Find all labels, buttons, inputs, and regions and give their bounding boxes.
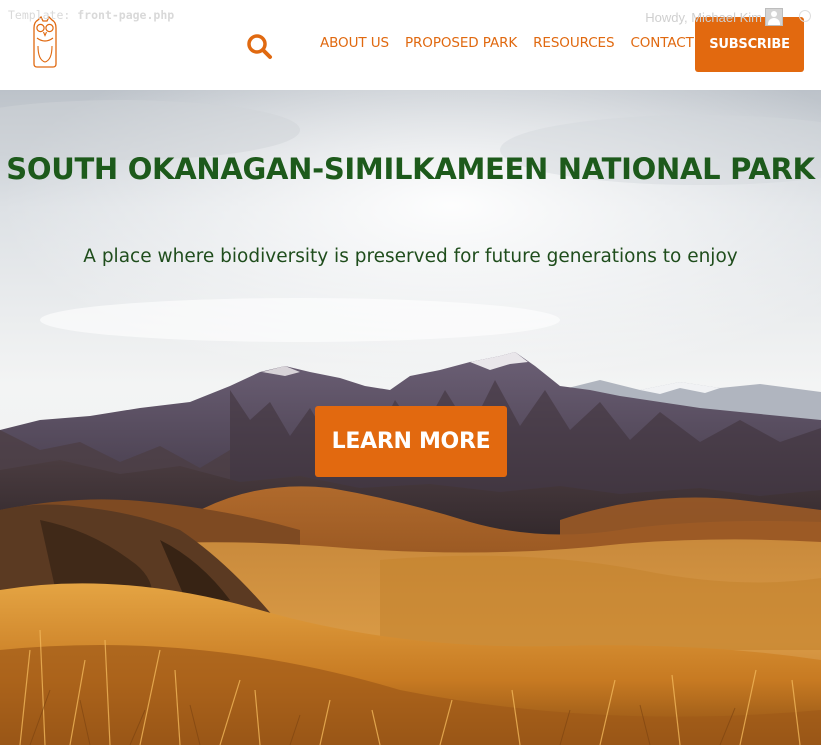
- nav-about-us[interactable]: ABOUT US: [320, 35, 389, 51]
- template-debug-label: Template: front-page.php: [8, 8, 174, 22]
- hero-section: SOUTH OKANAGAN-SIMILKAMEEN NATIONAL PARK…: [0, 90, 821, 745]
- hero-title: SOUTH OKANAGAN-SIMILKAMEEN NATIONAL PARK: [6, 152, 815, 186]
- nav-resources[interactable]: RESOURCES: [533, 35, 614, 51]
- learn-more-button[interactable]: LEARN MORE: [315, 406, 507, 477]
- hero-subtitle: A place where biodiversity is preserved …: [83, 246, 738, 267]
- template-label: Template:: [8, 8, 71, 22]
- admin-greeting: Howdy, Michael Kim: [645, 9, 762, 25]
- user-avatar-icon[interactable]: [765, 8, 783, 26]
- owl-logo-icon[interactable]: [30, 16, 60, 68]
- admin-search-icon[interactable]: [799, 10, 811, 22]
- template-filename: front-page.php: [77, 8, 175, 22]
- admin-user-menu[interactable]: Howdy, Michael Kim: [645, 8, 783, 26]
- nav-proposed-park[interactable]: PROPOSED PARK: [405, 35, 517, 51]
- main-nav: ABOUT US PROPOSED PARK RESOURCES CONTACT…: [320, 35, 716, 51]
- search-icon[interactable]: [245, 32, 275, 62]
